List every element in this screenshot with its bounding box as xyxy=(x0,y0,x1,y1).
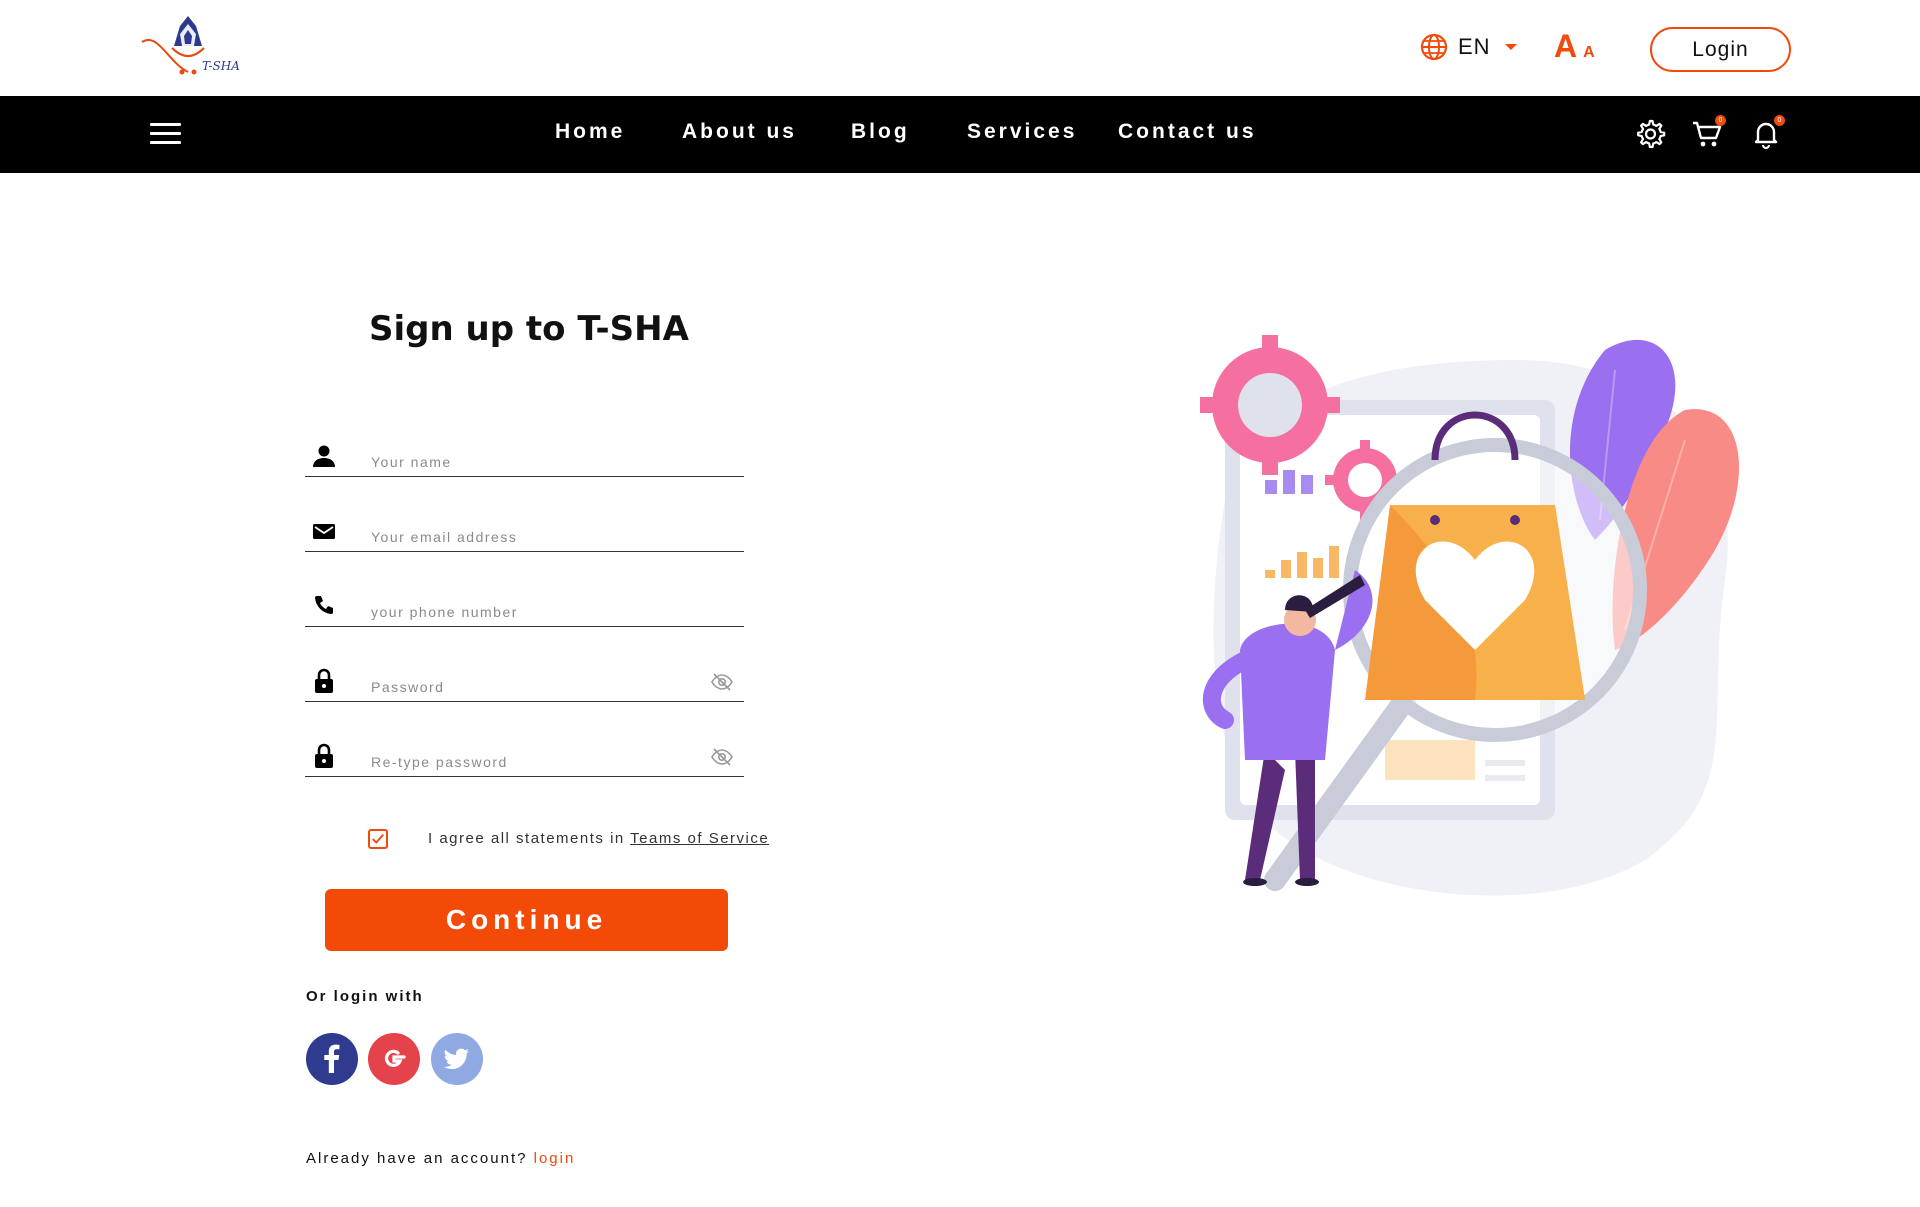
phone-field xyxy=(305,587,744,627)
already-account-text: Already have an account? login xyxy=(306,1150,575,1167)
name-input[interactable] xyxy=(371,451,701,473)
agree-statement: I agree all statements in xyxy=(428,830,625,847)
retype-password-field xyxy=(305,737,744,777)
page-title: Sign up to T-SHA xyxy=(369,309,689,349)
site-logo[interactable]: T-SHA xyxy=(138,12,248,84)
terms-link[interactable]: Teams of Service xyxy=(630,830,769,847)
language-selector[interactable]: EN xyxy=(1420,33,1517,61)
phone-icon xyxy=(315,596,333,614)
eye-off-icon[interactable] xyxy=(710,745,734,769)
globe-icon xyxy=(1420,33,1448,61)
login-link[interactable]: login xyxy=(534,1150,576,1167)
google-icon xyxy=(384,1049,406,1067)
logo-text: T-SHA xyxy=(202,59,240,73)
header-login-button[interactable]: Login xyxy=(1650,27,1791,72)
eye-off-icon[interactable] xyxy=(710,670,734,694)
mail-icon xyxy=(313,524,335,539)
agree-row xyxy=(368,829,388,849)
lock-icon xyxy=(315,743,333,768)
name-field xyxy=(305,437,744,477)
main-nav: Home About us Blog Services Contact us 0… xyxy=(0,96,1920,173)
font-size-small[interactable]: A xyxy=(1583,44,1595,62)
shopping-search-illustration xyxy=(1200,335,1739,896)
password-field xyxy=(305,662,744,702)
person-icon xyxy=(313,445,335,467)
agree-checkbox[interactable] xyxy=(368,829,388,849)
or-login-label: Or login with xyxy=(306,988,424,1005)
twitter-login-button[interactable] xyxy=(431,1033,483,1085)
agree-text: I agree all statements in Teams of Servi… xyxy=(428,830,769,847)
cart-count-badge: 0 xyxy=(1715,115,1726,126)
phone-input[interactable] xyxy=(371,601,701,623)
lock-icon xyxy=(315,668,333,693)
nav-services[interactable]: Services xyxy=(967,120,1077,144)
font-size-large[interactable]: A xyxy=(1554,28,1577,65)
google-login-button[interactable] xyxy=(368,1033,420,1085)
email-input[interactable] xyxy=(371,526,701,548)
nav-blog[interactable]: Blog xyxy=(851,120,910,144)
facebook-icon xyxy=(324,1044,340,1073)
settings-gear-icon[interactable] xyxy=(1634,118,1666,150)
password-input[interactable] xyxy=(371,676,701,698)
continue-button[interactable]: Continue xyxy=(325,889,728,951)
email-field xyxy=(305,512,744,552)
nav-about-us[interactable]: About us xyxy=(682,120,797,144)
notification-bell-icon[interactable]: 0 xyxy=(1750,115,1785,150)
cart-icon[interactable]: 0 xyxy=(1691,115,1726,150)
top-bar: T-SHA EN A A Login xyxy=(0,0,1920,96)
chevron-down-icon xyxy=(1504,44,1517,50)
nav-contact-us[interactable]: Contact us xyxy=(1118,120,1257,144)
check-icon xyxy=(372,833,384,844)
retype-password-input[interactable] xyxy=(371,751,701,773)
font-size-toggle[interactable]: A A xyxy=(1554,28,1595,65)
facebook-login-button[interactable] xyxy=(306,1033,358,1085)
language-code: EN xyxy=(1458,34,1491,59)
twitter-icon xyxy=(443,1048,470,1070)
nav-home[interactable]: Home xyxy=(555,120,625,144)
hamburger-menu-icon[interactable] xyxy=(150,123,181,145)
already-account-label: Already have an account? xyxy=(306,1150,528,1167)
notification-count-badge: 0 xyxy=(1774,115,1785,126)
